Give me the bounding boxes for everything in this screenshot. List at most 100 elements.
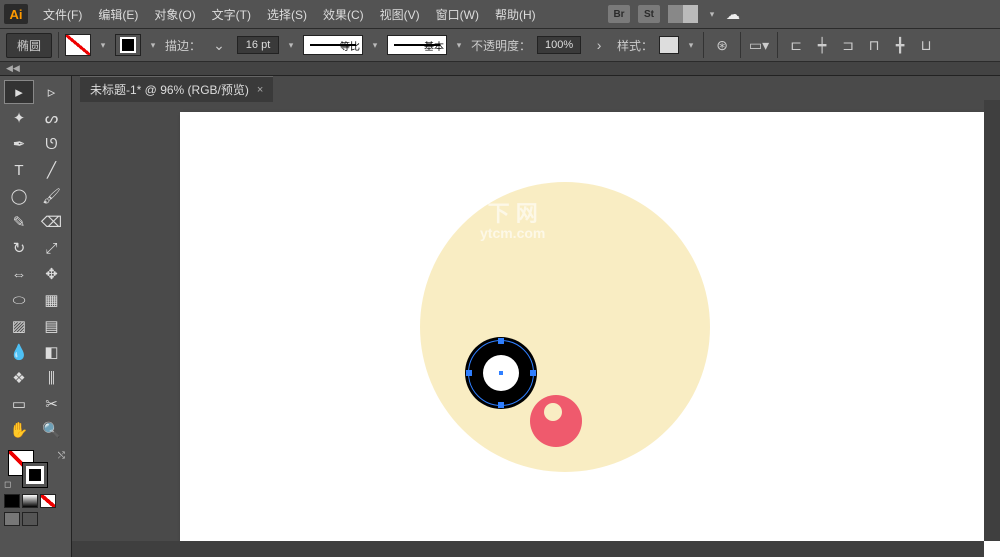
stroke-dropdown-icon[interactable]: ▾ <box>147 40 159 51</box>
recolor-icon[interactable]: ⊛ <box>710 34 734 56</box>
screen-mode-normal-icon[interactable] <box>4 512 20 526</box>
fill-swatch[interactable] <box>65 34 91 56</box>
app-badge-icon: Ai <box>4 4 28 24</box>
pen-tool[interactable]: ✒ <box>4 132 34 156</box>
menu-effect[interactable]: 效果(C) <box>316 2 371 27</box>
gradient-tool[interactable]: ▤ <box>37 314 67 338</box>
menu-object[interactable]: 对象(O) <box>147 2 202 27</box>
selection-handle-bottom[interactable] <box>498 402 504 408</box>
control-bar: 椭圆 ▾ ▾ 描边： ⌄ 16 pt ▾ 等比 ▾ 基本 ▾ 不透明度： 100… <box>0 28 1000 62</box>
menu-select[interactable]: 选择(S) <box>260 2 314 27</box>
stroke-weight-label: 描边： <box>165 37 201 54</box>
style-label: 样式： <box>617 37 653 54</box>
workspace-dropdown-icon[interactable]: ▾ <box>706 9 718 20</box>
artboard[interactable]: 下 网 ytcm.com <box>180 112 1000 557</box>
stroke-weight-dropdown-icon[interactable]: ▾ <box>285 40 297 51</box>
menu-window[interactable]: 窗口(W) <box>429 2 486 27</box>
align-top-icon[interactable]: ⊓ <box>862 34 886 56</box>
document-tab[interactable]: 未标题-1* @ 96% (RGB/预览) × <box>80 76 273 102</box>
sync-icon[interactable]: ☁ <box>726 6 740 23</box>
brush-definition[interactable]: 基本 <box>387 35 447 55</box>
blend-tool[interactable]: ◧ <box>37 340 67 364</box>
separator <box>777 32 778 58</box>
menu-view[interactable]: 视图(V) <box>373 2 427 27</box>
fill-dropdown-icon[interactable]: ▾ <box>97 40 109 51</box>
zoom-tool[interactable]: 🔍 <box>37 418 67 442</box>
lasso-tool[interactable]: ᔕ <box>37 106 67 130</box>
stroke-swatch[interactable] <box>115 34 141 56</box>
swap-fill-stroke-icon[interactable]: ⤭ <box>58 450 65 461</box>
opacity-label: 不透明度： <box>471 37 531 54</box>
separator <box>740 32 741 58</box>
horizontal-scrollbar[interactable] <box>72 541 984 557</box>
color-mode-none[interactable] <box>40 494 56 508</box>
hand-tool[interactable]: ✋ <box>4 418 34 442</box>
graphic-style-swatch[interactable] <box>659 36 679 54</box>
ellipse-tool[interactable]: ◯ <box>4 184 34 208</box>
artwork-pink-circle[interactable] <box>530 395 582 447</box>
align-right-icon[interactable]: ⊐ <box>836 34 860 56</box>
stroke-weight-down-icon[interactable]: ⌄ <box>207 34 231 56</box>
vertical-scrollbar[interactable] <box>984 100 1000 541</box>
selection-handle-top[interactable] <box>498 338 504 344</box>
align-vcenter-icon[interactable]: ╋ <box>888 34 912 56</box>
canvas-area[interactable]: 未标题-1* @ 96% (RGB/预览) × 下 网 ytcm.com <box>72 76 1000 557</box>
screen-mode-full-icon[interactable] <box>22 512 38 526</box>
color-mode-solid[interactable] <box>4 494 20 508</box>
pencil-tool[interactable]: ✎ <box>4 210 34 234</box>
brush-dropdown-icon[interactable]: ▾ <box>453 40 465 51</box>
workspace-switcher[interactable] <box>668 5 698 23</box>
menu-edit[interactable]: 编辑(E) <box>91 2 145 27</box>
stroke-weight-field[interactable]: 16 pt <box>237 36 279 54</box>
style-dropdown-icon[interactable]: ▾ <box>685 40 697 51</box>
align-artboard-icon[interactable]: ▭▾ <box>747 34 771 56</box>
close-tab-icon[interactable]: × <box>257 84 263 96</box>
eraser-tool[interactable]: ⌫ <box>37 210 67 234</box>
opacity-field[interactable]: 100% <box>537 36 581 54</box>
scale-tool[interactable]: ⤢ <box>37 236 67 260</box>
rotate-tool[interactable]: ↻ <box>4 236 34 260</box>
selection-handle-right[interactable] <box>530 370 536 376</box>
menu-file[interactable]: 文件(F) <box>36 2 89 27</box>
magic-wand-tool[interactable]: ✦ <box>4 106 34 130</box>
selection-type-label: 椭圆 <box>6 33 52 58</box>
perspective-tool[interactable]: ▦ <box>37 288 67 312</box>
direct-selection-tool[interactable]: ▹ <box>37 80 67 104</box>
default-fill-stroke-icon[interactable]: ◻ <box>4 479 11 490</box>
panel-dock-collapse[interactable]: ◀◀ <box>0 62 1000 76</box>
bridge-icon[interactable]: Br <box>608 5 630 23</box>
eyedropper-tool[interactable]: 💧 <box>4 340 34 364</box>
screen-mode-row <box>0 512 71 530</box>
fill-stroke-indicator[interactable]: ⤭ ◻ <box>4 450 67 490</box>
mesh-tool[interactable]: ▨ <box>4 314 34 338</box>
align-bottom-icon[interactable]: ⊔ <box>914 34 938 56</box>
collapse-icon: ◀◀ <box>6 63 20 74</box>
type-tool[interactable]: T <box>4 158 34 182</box>
variable-width-profile[interactable]: 等比 <box>303 35 363 55</box>
symbol-sprayer-tool[interactable]: ❖ <box>4 366 34 390</box>
selection-handle-left[interactable] <box>466 370 472 376</box>
shape-builder-tool[interactable]: ⬭ <box>4 288 34 312</box>
menu-bar: Ai 文件(F) 编辑(E) 对象(O) 文字(T) 选择(S) 效果(C) 视… <box>0 0 1000 28</box>
curvature-tool[interactable]: ᘎ <box>37 132 67 156</box>
column-graph-tool[interactable]: ⫼ <box>37 366 67 390</box>
color-mode-row <box>0 494 71 512</box>
line-tool[interactable]: ╱ <box>37 158 67 182</box>
stock-icon[interactable]: St <box>638 5 660 23</box>
artboard-tool[interactable]: ▭ <box>4 392 34 416</box>
color-mode-gradient[interactable] <box>22 494 38 508</box>
profile-dropdown-icon[interactable]: ▾ <box>369 40 381 51</box>
slice-tool[interactable]: ✂ <box>37 392 67 416</box>
free-transform-tool[interactable]: ✥ <box>37 262 67 286</box>
stroke-color-icon[interactable] <box>22 462 48 488</box>
paintbrush-tool[interactable]: 🖌 <box>37 184 67 208</box>
width-tool[interactable]: ⇔ <box>4 262 34 286</box>
align-hcenter-icon[interactable]: ┿ <box>810 34 834 56</box>
align-left-icon[interactable]: ⊏ <box>784 34 808 56</box>
menu-type[interactable]: 文字(T) <box>205 2 258 27</box>
selection-tool[interactable]: ▸ <box>4 80 34 104</box>
opacity-dropdown-icon[interactable]: › <box>587 34 611 56</box>
menu-help[interactable]: 帮助(H) <box>488 2 543 27</box>
separator <box>703 32 704 58</box>
artwork-ring-selected[interactable] <box>465 337 537 409</box>
